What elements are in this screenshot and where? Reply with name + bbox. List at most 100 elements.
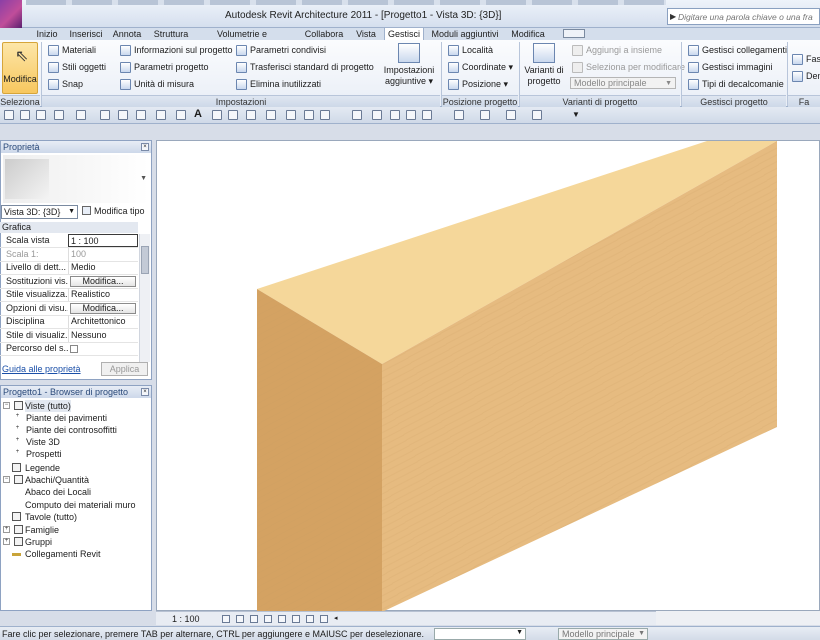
tag-icon[interactable] (176, 110, 186, 120)
tab-collabora[interactable]: Collabora (304, 28, 344, 40)
trasferisci-standard-button[interactable]: Trasferisci standard di progetto (236, 60, 374, 75)
property-row[interactable]: Opzioni di visu... Modifica... (0, 302, 138, 316)
expand-icon[interactable]: + (14, 413, 21, 421)
impostazioni-aggiuntive-button[interactable]: Impostazioni aggiuntive ▾ (380, 43, 438, 87)
scroll-left-icon[interactable]: ◂ (334, 614, 342, 622)
expand-icon[interactable]: + (3, 538, 10, 545)
property-row[interactable]: Percorso del s... (0, 342, 138, 356)
redo-icon[interactable] (76, 110, 86, 120)
shadows-icon[interactable] (264, 615, 272, 623)
switch-windows-icon[interactable] (304, 110, 314, 120)
modifica-button[interactable]: ⇖ Modifica (2, 42, 38, 94)
detail-level-icon[interactable] (222, 615, 230, 623)
tab-moduli-aggiuntivi[interactable]: Moduli aggiuntivi (430, 28, 500, 40)
scroll-thumb[interactable] (141, 246, 149, 274)
gestisci-collegamenti-button[interactable]: Gestisci collegamenti (688, 43, 787, 58)
parametri-condivisi-button[interactable]: Parametri condivisi (236, 43, 326, 58)
collapse-icon[interactable]: − (3, 402, 10, 409)
new-icon[interactable] (4, 110, 14, 120)
tab-volumetrie[interactable]: Volumetrie e planimetria (198, 28, 286, 51)
parametri-progetto-button[interactable]: Parametri progetto (120, 60, 209, 75)
open-icon[interactable] (20, 110, 30, 120)
design-option-dropdown[interactable]: Modello principale ▼ (570, 77, 676, 89)
coordinate-button[interactable]: Coordinate ▾ (448, 60, 513, 75)
type-selector[interactable]: ▼ (3, 155, 149, 203)
properties-help-link[interactable]: Guida alle proprietà (2, 364, 81, 374)
save-icon[interactable] (36, 110, 46, 120)
wood-block-model[interactable] (157, 141, 820, 612)
move-icon[interactable] (406, 110, 416, 120)
property-row[interactable]: Livello di dett... Medio (0, 261, 138, 275)
tab-annota[interactable]: Annota (110, 28, 144, 40)
undo-icon[interactable] (54, 110, 64, 120)
tipi-decalcomanie-button[interactable]: Tipi di decalcomanie (688, 77, 784, 92)
reveal-hidden-icon[interactable] (320, 615, 328, 623)
expand-icon[interactable]: + (3, 526, 10, 533)
workset-dropdown[interactable]: ▼ (434, 628, 526, 640)
print-icon[interactable] (100, 110, 110, 120)
show-crop-icon[interactable] (292, 615, 300, 623)
mirror-icon[interactable] (390, 110, 400, 120)
expand-icon[interactable]: + (14, 425, 21, 433)
property-row[interactable]: Disciplina Architettonico (0, 315, 138, 329)
scale-input[interactable]: 1 : 100 (68, 234, 138, 247)
posizione-button[interactable]: Posizione ▾ (448, 77, 508, 92)
3d-view-icon[interactable] (212, 110, 222, 120)
3d-viewport[interactable] (156, 140, 820, 612)
tab-vista[interactable]: Vista (354, 28, 378, 40)
thin-lines-icon[interactable] (266, 110, 276, 120)
sync-icon[interactable] (118, 110, 128, 120)
modifica-display-options-button[interactable]: Modifica... (70, 303, 136, 314)
gestisci-immagini-button[interactable]: Gestisci immagini (688, 60, 773, 75)
sun-path-icon[interactable] (250, 615, 258, 623)
help-search-input[interactable] (678, 10, 818, 23)
trim-icon[interactable] (480, 110, 490, 120)
tab-inizio[interactable]: Inizio (32, 28, 62, 40)
tab-inserisci[interactable]: Inserisci (66, 28, 106, 40)
grafica-section-header[interactable]: Grafica (0, 222, 138, 233)
unita-misura-button[interactable]: Unità di misura (120, 77, 194, 92)
close-icon[interactable]: × (141, 388, 149, 396)
visual-style-icon[interactable] (236, 615, 244, 623)
fasi-button[interactable]: Fasi (792, 52, 820, 67)
property-row[interactable]: Stile di visualiz... Nessuno (0, 329, 138, 343)
stili-oggetti-button[interactable]: Stili oggetti (48, 60, 106, 75)
temporary-hide-icon[interactable] (306, 615, 314, 623)
tab-gestisci[interactable]: Gestisci (384, 27, 424, 40)
callout-icon[interactable] (246, 110, 256, 120)
property-row[interactable]: Sostituzioni vis... Modifica... (0, 275, 138, 289)
offset-icon[interactable] (372, 110, 382, 120)
view-scale-button[interactable]: 1 : 100 (172, 613, 200, 625)
revit-app-icon[interactable] (0, 0, 22, 28)
varianti-progetto-button[interactable]: Varianti di progetto (522, 43, 566, 87)
materiali-button[interactable]: Materiali (48, 43, 96, 58)
measure-icon[interactable] (136, 110, 146, 120)
modifica-override-button[interactable]: Modifica... (70, 276, 136, 287)
rotate-icon[interactable] (454, 110, 464, 120)
design-option-status-dropdown[interactable]: Modello principale ▼ (558, 628, 648, 640)
ribbon-minimize-icon[interactable] (563, 29, 585, 38)
crop-view-icon[interactable] (278, 615, 286, 623)
informazioni-progetto-button[interactable]: Informazioni sul progetto (120, 43, 233, 58)
property-row[interactable]: Scala vista 1 : 100 (0, 234, 138, 248)
section-icon[interactable] (228, 110, 238, 120)
expand-icon[interactable]: + (14, 437, 21, 445)
elimina-inutilizzati-button[interactable]: Elimina inutilizzati (236, 77, 321, 92)
copy-icon[interactable] (422, 110, 432, 120)
pin-icon[interactable] (532, 110, 542, 120)
property-row[interactable]: Stile visualizza... Realistico (0, 288, 138, 302)
demolisci-button[interactable]: Dem (792, 69, 820, 84)
close-icon[interactable]: × (141, 143, 149, 151)
align-icon[interactable] (352, 110, 362, 120)
help-search-box[interactable]: ▶ (667, 8, 820, 25)
snap-button[interactable]: Snap (48, 77, 83, 92)
close-windows-icon[interactable] (320, 110, 330, 120)
collapse-icon[interactable]: − (3, 476, 10, 483)
customize-qat-icon[interactable]: ▼ (572, 110, 582, 120)
search-expand-icon[interactable]: ▶ (670, 12, 676, 21)
horizontal-scrollbar[interactable] (656, 611, 820, 625)
edit-type-button[interactable]: Modifica tipo (82, 204, 145, 218)
sun-path-checkbox[interactable] (70, 345, 78, 353)
expand-icon[interactable]: + (14, 449, 21, 457)
dimension-icon[interactable] (156, 110, 166, 120)
